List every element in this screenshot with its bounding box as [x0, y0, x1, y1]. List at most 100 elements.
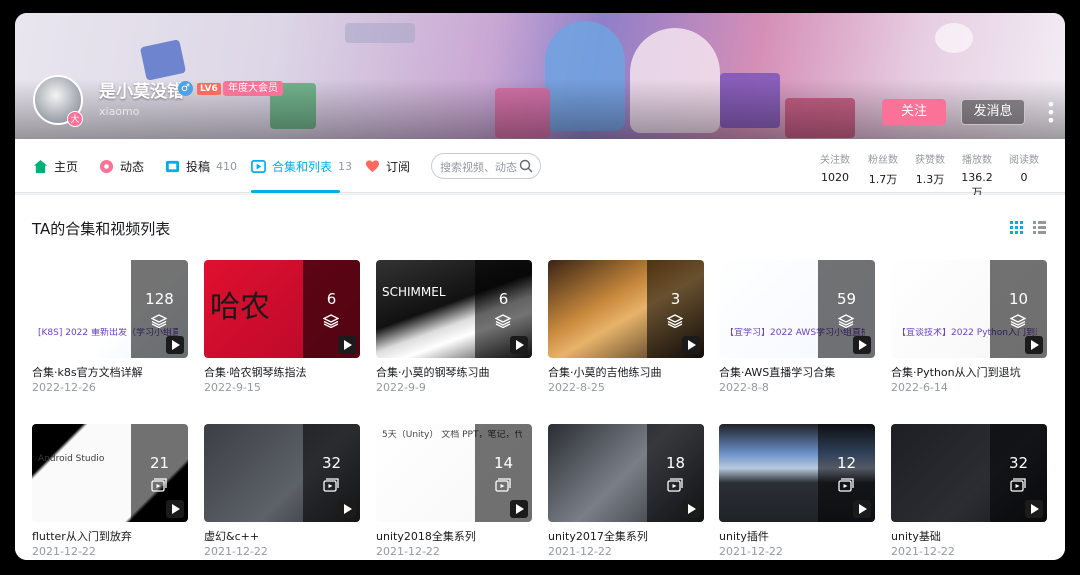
collection-thumbnail[interactable]: 3: [548, 260, 704, 358]
play-icon[interactable]: [1025, 336, 1043, 354]
collection-card[interactable]: SCHIMMEL 6 合集·小莫的钢琴练习曲 2022-9-9: [376, 260, 532, 400]
collection-card[interactable]: 3 合集·小莫的吉他练习曲 2022-8-25: [548, 260, 704, 400]
tab-home[interactable]: 主页: [33, 139, 78, 193]
collection-date: 2021-12-22: [204, 545, 268, 558]
collection-card[interactable]: 【宜学习】2022 AWS学习小组直播 59 合集·AWS直播学习合集 2022-8-…: [719, 260, 875, 400]
video-count: 6: [326, 290, 337, 308]
level-badge: LV6: [197, 83, 221, 95]
tab-count: 410: [216, 159, 238, 173]
list-view-icon[interactable]: [1033, 221, 1046, 234]
collection-thumbnail[interactable]: 12: [719, 424, 875, 522]
play-icon[interactable]: [338, 336, 356, 354]
play-icon[interactable]: [1025, 500, 1043, 518]
avatar-badge: 大: [67, 111, 83, 127]
playlist-icon: [495, 478, 511, 492]
tab-subscriptions[interactable]: 订阅: [365, 139, 410, 193]
play-icon[interactable]: [853, 336, 871, 354]
cloud-decoration: [935, 23, 973, 53]
play-icon[interactable]: [166, 500, 184, 518]
ribbon-decoration: [345, 23, 415, 43]
search-icon[interactable]: [519, 159, 533, 173]
collection-title[interactable]: 合集·k8s官方文档详解: [32, 364, 188, 380]
video-count: 18: [665, 454, 686, 472]
collection-title[interactable]: 合集·AWS直播学习合集: [719, 364, 875, 380]
collection-title[interactable]: 合集·哈农钢琴练指法: [204, 364, 360, 380]
collection-title[interactable]: 虚幻&c++: [204, 528, 360, 544]
play-icon[interactable]: [166, 336, 184, 354]
tab-label: 合集和列表: [272, 159, 333, 174]
collection-card[interactable]: Android Studio 21 flutter从入门到放弃 2021-12-22: [32, 424, 188, 560]
video-count: 32: [321, 454, 342, 472]
collection-thumbnail[interactable]: 哈农 6: [204, 260, 360, 358]
play-icon[interactable]: [510, 336, 528, 354]
profile-window: 大 是小莫没错 ♂ LV6 年度大会员 xiaomo 关注 发消息 • • • 主页…: [15, 13, 1065, 560]
collections-section: TA的合集和视频列表 [K8S] 2022 重新出发（学习小组直播 128 合集·k…: [15, 195, 1065, 560]
layers-icon: [495, 314, 511, 328]
collection-thumbnail[interactable]: 【宜学习】2022 AWS学习小组直播 59: [719, 260, 875, 358]
search-input[interactable]: 搜索视频、动态: [440, 159, 517, 175]
message-button[interactable]: 发消息: [961, 99, 1025, 125]
collection-title[interactable]: 合集·小莫的吉他练习曲: [548, 364, 704, 380]
layers-icon: [667, 314, 683, 328]
collection-title[interactable]: unity2018全集系列: [376, 528, 532, 544]
grid-view-icon[interactable]: [1010, 221, 1023, 234]
follow-button[interactable]: 关注: [882, 99, 946, 125]
collection-date: 2021-12-22: [32, 545, 96, 558]
collection-thumbnail[interactable]: Android Studio 21: [32, 424, 188, 522]
video-count: 3: [670, 290, 681, 308]
collection-title[interactable]: flutter从入门到放弃: [32, 528, 188, 544]
stat-plays: 播放数 136.2万: [961, 155, 993, 199]
collection-thumbnail[interactable]: 【宜谈技术】2022 Python入门到退坑10: [891, 260, 1047, 358]
collection-thumbnail[interactable]: 18: [548, 424, 704, 522]
layers-icon: [1010, 314, 1026, 328]
tab-collections[interactable]: 合集和列表 13: [251, 139, 352, 193]
collection-card[interactable]: 32 虚幻&c++ 2021-12-22: [204, 424, 360, 560]
section-title: TA的合集和视频列表: [32, 220, 171, 238]
collection-card[interactable]: 12 unity插件 2021-12-22: [719, 424, 875, 560]
collection-thumbnail[interactable]: SCHIMMEL 6: [376, 260, 532, 358]
play-icon[interactable]: [682, 500, 700, 518]
video-count: 32: [1008, 454, 1029, 472]
collection-card[interactable]: 【宜谈技术】2022 Python入门到退坑10 合集·Python从入门到退坑2…: [891, 260, 1047, 400]
search-box[interactable]: 搜索视频、动态: [431, 153, 541, 179]
collection-card[interactable]: 5天（Unity） 文档 PPT，笔记，代码，作业，PPT14 unity2018…: [376, 424, 532, 560]
collection-title[interactable]: unity2017全集系列: [548, 528, 704, 544]
collection-title[interactable]: 合集·Python从入门到退坑: [891, 364, 1047, 380]
stat-likes: 获赞数 1.3万: [915, 155, 945, 186]
collection-title[interactable]: unity插件: [719, 528, 875, 544]
play-icon[interactable]: [682, 336, 700, 354]
collection-card[interactable]: 哈农 6 合集·哈农钢琴练指法 2022-9-15: [204, 260, 360, 400]
play-icon[interactable]: [853, 500, 871, 518]
collection-thumbnail[interactable]: [K8S] 2022 重新出发（学习小组直播 128: [32, 260, 188, 358]
layers-icon: [838, 314, 854, 328]
video-count: 6: [498, 290, 509, 308]
tab-dynamic[interactable]: 动态: [99, 139, 144, 193]
collection-date: 2022-6-14: [891, 381, 948, 394]
vip-badge: 年度大会员: [223, 81, 283, 96]
collection-thumbnail[interactable]: 5天（Unity） 文档 PPT，笔记，代码，作业，PPT14: [376, 424, 532, 522]
collection-title[interactable]: 合集·小莫的钢琴练习曲: [376, 364, 532, 380]
play-icon[interactable]: [338, 500, 356, 518]
playlist-icon: [1010, 478, 1026, 492]
collection-card[interactable]: [K8S] 2022 重新出发（学习小组直播 128 合集·k8s官方文档详解 202…: [32, 260, 188, 400]
playlist-icon: [838, 478, 854, 492]
more-options-icon[interactable]: • • •: [1045, 97, 1057, 129]
upload-icon: [165, 160, 180, 172]
stat-following[interactable]: 关注数 1020: [815, 151, 855, 184]
collection-date: 2022-9-9: [376, 381, 426, 394]
heart-icon: [365, 159, 380, 172]
play-icon[interactable]: [510, 500, 528, 518]
video-count: 21: [149, 454, 170, 472]
tab-uploads[interactable]: 投稿 410: [165, 139, 237, 193]
collection-card[interactable]: 32 unity基础 2021-12-22: [891, 424, 1047, 560]
stat-followers[interactable]: 粉丝数 1.7万: [863, 151, 903, 186]
video-count: 59: [836, 290, 857, 308]
collection-card[interactable]: 18 unity2017全集系列 2021-12-22: [548, 424, 704, 560]
collection-thumbnail[interactable]: 32: [204, 424, 360, 522]
tab-label: 主页: [54, 159, 79, 174]
collection-title[interactable]: unity基础: [891, 528, 1047, 544]
active-tab-indicator: [251, 190, 340, 193]
tab-label: 动态: [120, 159, 145, 174]
collection-thumbnail[interactable]: 32: [891, 424, 1047, 522]
layers-icon: [151, 314, 167, 328]
